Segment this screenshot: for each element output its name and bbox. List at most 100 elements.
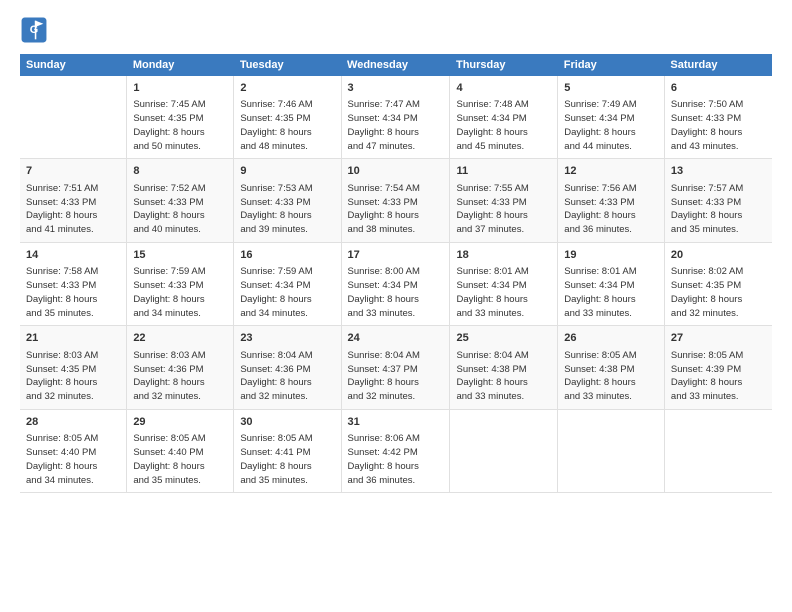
day-cell: 8 Sunrise: 7:52 AMSunset: 4:33 PMDaylight… bbox=[127, 159, 234, 242]
day-number: 25 bbox=[456, 331, 551, 346]
day-number: 9 bbox=[240, 164, 334, 179]
day-info: Sunrise: 7:51 AMSunset: 4:33 PMDaylight:… bbox=[26, 182, 120, 237]
calendar-header: SundayMondayTuesdayWednesdayThursdayFrid… bbox=[20, 54, 772, 76]
calendar-body: 1 Sunrise: 7:45 AMSunset: 4:35 PMDaylight… bbox=[20, 76, 772, 493]
day-number: 31 bbox=[348, 415, 444, 430]
day-info: Sunrise: 8:05 AMSunset: 4:40 PMDaylight:… bbox=[26, 432, 120, 487]
week-row-4: 21 Sunrise: 8:03 AMSunset: 4:35 PMDayligh… bbox=[20, 326, 772, 409]
day-number: 5 bbox=[564, 81, 658, 96]
day-number: 26 bbox=[564, 331, 658, 346]
day-info: Sunrise: 8:05 AMSunset: 4:39 PMDaylight:… bbox=[671, 349, 766, 404]
day-number: 19 bbox=[564, 248, 658, 263]
day-cell: 24 Sunrise: 8:04 AMSunset: 4:37 PMDayligh… bbox=[341, 326, 450, 409]
week-row-5: 28 Sunrise: 8:05 AMSunset: 4:40 PMDayligh… bbox=[20, 409, 772, 492]
day-info: Sunrise: 8:05 AMSunset: 4:38 PMDaylight:… bbox=[564, 349, 658, 404]
day-info: Sunrise: 8:04 AMSunset: 4:38 PMDaylight:… bbox=[456, 349, 551, 404]
day-info: Sunrise: 7:57 AMSunset: 4:33 PMDaylight:… bbox=[671, 182, 766, 237]
day-info: Sunrise: 7:47 AMSunset: 4:34 PMDaylight:… bbox=[348, 98, 444, 153]
week-row-3: 14 Sunrise: 7:58 AMSunset: 4:33 PMDayligh… bbox=[20, 242, 772, 325]
day-cell bbox=[664, 409, 772, 492]
day-number: 7 bbox=[26, 164, 120, 179]
day-info: Sunrise: 8:06 AMSunset: 4:42 PMDaylight:… bbox=[348, 432, 444, 487]
day-number: 27 bbox=[671, 331, 766, 346]
day-cell: 3 Sunrise: 7:47 AMSunset: 4:34 PMDaylight… bbox=[341, 76, 450, 159]
day-number: 23 bbox=[240, 331, 334, 346]
day-cell: 27 Sunrise: 8:05 AMSunset: 4:39 PMDayligh… bbox=[664, 326, 772, 409]
day-number: 24 bbox=[348, 331, 444, 346]
day-info: Sunrise: 7:53 AMSunset: 4:33 PMDaylight:… bbox=[240, 182, 334, 237]
day-info: Sunrise: 7:59 AMSunset: 4:33 PMDaylight:… bbox=[133, 265, 227, 320]
calendar-page: G SundayMondayTuesdayWednesdayThursdayFr… bbox=[0, 0, 792, 612]
day-cell: 6 Sunrise: 7:50 AMSunset: 4:33 PMDaylight… bbox=[664, 76, 772, 159]
day-cell: 30 Sunrise: 8:05 AMSunset: 4:41 PMDayligh… bbox=[234, 409, 341, 492]
day-cell: 16 Sunrise: 7:59 AMSunset: 4:34 PMDayligh… bbox=[234, 242, 341, 325]
day-info: Sunrise: 8:05 AMSunset: 4:40 PMDaylight:… bbox=[133, 432, 227, 487]
day-number: 12 bbox=[564, 164, 658, 179]
header-row: SundayMondayTuesdayWednesdayThursdayFrid… bbox=[20, 54, 772, 76]
day-number: 21 bbox=[26, 331, 120, 346]
day-cell: 13Sunrise: 7:57 AMSunset: 4:33 PMDayligh… bbox=[664, 159, 772, 242]
day-number: 22 bbox=[133, 331, 227, 346]
day-number: 6 bbox=[671, 81, 766, 96]
day-cell: 28 Sunrise: 8:05 AMSunset: 4:40 PMDayligh… bbox=[20, 409, 127, 492]
logo: G bbox=[20, 16, 52, 44]
day-number: 18 bbox=[456, 248, 551, 263]
day-cell: 21 Sunrise: 8:03 AMSunset: 4:35 PMDayligh… bbox=[20, 326, 127, 409]
day-cell: 26 Sunrise: 8:05 AMSunset: 4:38 PMDayligh… bbox=[558, 326, 665, 409]
week-row-2: 7 Sunrise: 7:51 AMSunset: 4:33 PMDaylight… bbox=[20, 159, 772, 242]
header-cell-monday: Monday bbox=[127, 54, 234, 76]
day-number: 2 bbox=[240, 81, 334, 96]
day-cell: 23 Sunrise: 8:04 AMSunset: 4:36 PMDayligh… bbox=[234, 326, 341, 409]
day-cell: 7 Sunrise: 7:51 AMSunset: 4:33 PMDaylight… bbox=[20, 159, 127, 242]
day-cell: 5 Sunrise: 7:49 AMSunset: 4:34 PMDaylight… bbox=[558, 76, 665, 159]
day-cell: 25 Sunrise: 8:04 AMSunset: 4:38 PMDayligh… bbox=[450, 326, 558, 409]
day-info: Sunrise: 7:49 AMSunset: 4:34 PMDaylight:… bbox=[564, 98, 658, 153]
day-info: Sunrise: 7:52 AMSunset: 4:33 PMDaylight:… bbox=[133, 182, 227, 237]
day-number: 1 bbox=[133, 81, 227, 96]
logo-icon: G bbox=[20, 16, 48, 44]
day-cell: 31 Sunrise: 8:06 AMSunset: 4:42 PMDayligh… bbox=[341, 409, 450, 492]
day-cell: 18 Sunrise: 8:01 AMSunset: 4:34 PMDayligh… bbox=[450, 242, 558, 325]
day-info: Sunrise: 7:45 AMSunset: 4:35 PMDaylight:… bbox=[133, 98, 227, 153]
day-cell: 20Sunrise: 8:02 AMSunset: 4:35 PMDayligh… bbox=[664, 242, 772, 325]
day-info: Sunrise: 7:58 AMSunset: 4:33 PMDaylight:… bbox=[26, 265, 120, 320]
day-info: Sunrise: 8:04 AMSunset: 4:36 PMDaylight:… bbox=[240, 349, 334, 404]
header-cell-saturday: Saturday bbox=[664, 54, 772, 76]
day-number: 15 bbox=[133, 248, 227, 263]
day-info: Sunrise: 8:05 AMSunset: 4:41 PMDaylight:… bbox=[240, 432, 334, 487]
day-cell: 9 Sunrise: 7:53 AMSunset: 4:33 PMDaylight… bbox=[234, 159, 341, 242]
day-number: 11 bbox=[456, 164, 551, 179]
day-info: Sunrise: 7:59 AMSunset: 4:34 PMDaylight:… bbox=[240, 265, 334, 320]
day-cell bbox=[450, 409, 558, 492]
day-cell: 22Sunrise: 8:03 AMSunset: 4:36 PMDayligh… bbox=[127, 326, 234, 409]
day-number: 28 bbox=[26, 415, 120, 430]
day-number: 8 bbox=[133, 164, 227, 179]
header-cell-sunday: Sunday bbox=[20, 54, 127, 76]
day-number: 3 bbox=[348, 81, 444, 96]
day-cell: 2Sunrise: 7:46 AMSunset: 4:35 PMDaylight… bbox=[234, 76, 341, 159]
day-info: Sunrise: 8:00 AMSunset: 4:34 PMDaylight:… bbox=[348, 265, 444, 320]
day-cell: 14 Sunrise: 7:58 AMSunset: 4:33 PMDayligh… bbox=[20, 242, 127, 325]
day-number: 14 bbox=[26, 248, 120, 263]
day-number: 20 bbox=[671, 248, 766, 263]
day-cell: 10 Sunrise: 7:54 AMSunset: 4:33 PMDayligh… bbox=[341, 159, 450, 242]
day-info: Sunrise: 7:50 AMSunset: 4:33 PMDaylight:… bbox=[671, 98, 766, 153]
day-info: Sunrise: 8:03 AMSunset: 4:35 PMDaylight:… bbox=[26, 349, 120, 404]
calendar-table: SundayMondayTuesdayWednesdayThursdayFrid… bbox=[20, 54, 772, 493]
day-number: 10 bbox=[348, 164, 444, 179]
day-cell: 4Sunrise: 7:48 AMSunset: 4:34 PMDaylight… bbox=[450, 76, 558, 159]
day-number: 4 bbox=[456, 81, 551, 96]
day-info: Sunrise: 8:01 AMSunset: 4:34 PMDaylight:… bbox=[456, 265, 551, 320]
header-cell-tuesday: Tuesday bbox=[234, 54, 341, 76]
day-info: Sunrise: 8:04 AMSunset: 4:37 PMDaylight:… bbox=[348, 349, 444, 404]
header-cell-friday: Friday bbox=[558, 54, 665, 76]
header-cell-wednesday: Wednesday bbox=[341, 54, 450, 76]
week-row-1: 1 Sunrise: 7:45 AMSunset: 4:35 PMDaylight… bbox=[20, 76, 772, 159]
day-cell: 1 Sunrise: 7:45 AMSunset: 4:35 PMDaylight… bbox=[127, 76, 234, 159]
day-info: Sunrise: 7:54 AMSunset: 4:33 PMDaylight:… bbox=[348, 182, 444, 237]
day-number: 16 bbox=[240, 248, 334, 263]
day-cell: 11Sunrise: 7:55 AMSunset: 4:33 PMDayligh… bbox=[450, 159, 558, 242]
day-number: 30 bbox=[240, 415, 334, 430]
day-cell: 17Sunrise: 8:00 AMSunset: 4:34 PMDayligh… bbox=[341, 242, 450, 325]
day-info: Sunrise: 7:56 AMSunset: 4:33 PMDaylight:… bbox=[564, 182, 658, 237]
